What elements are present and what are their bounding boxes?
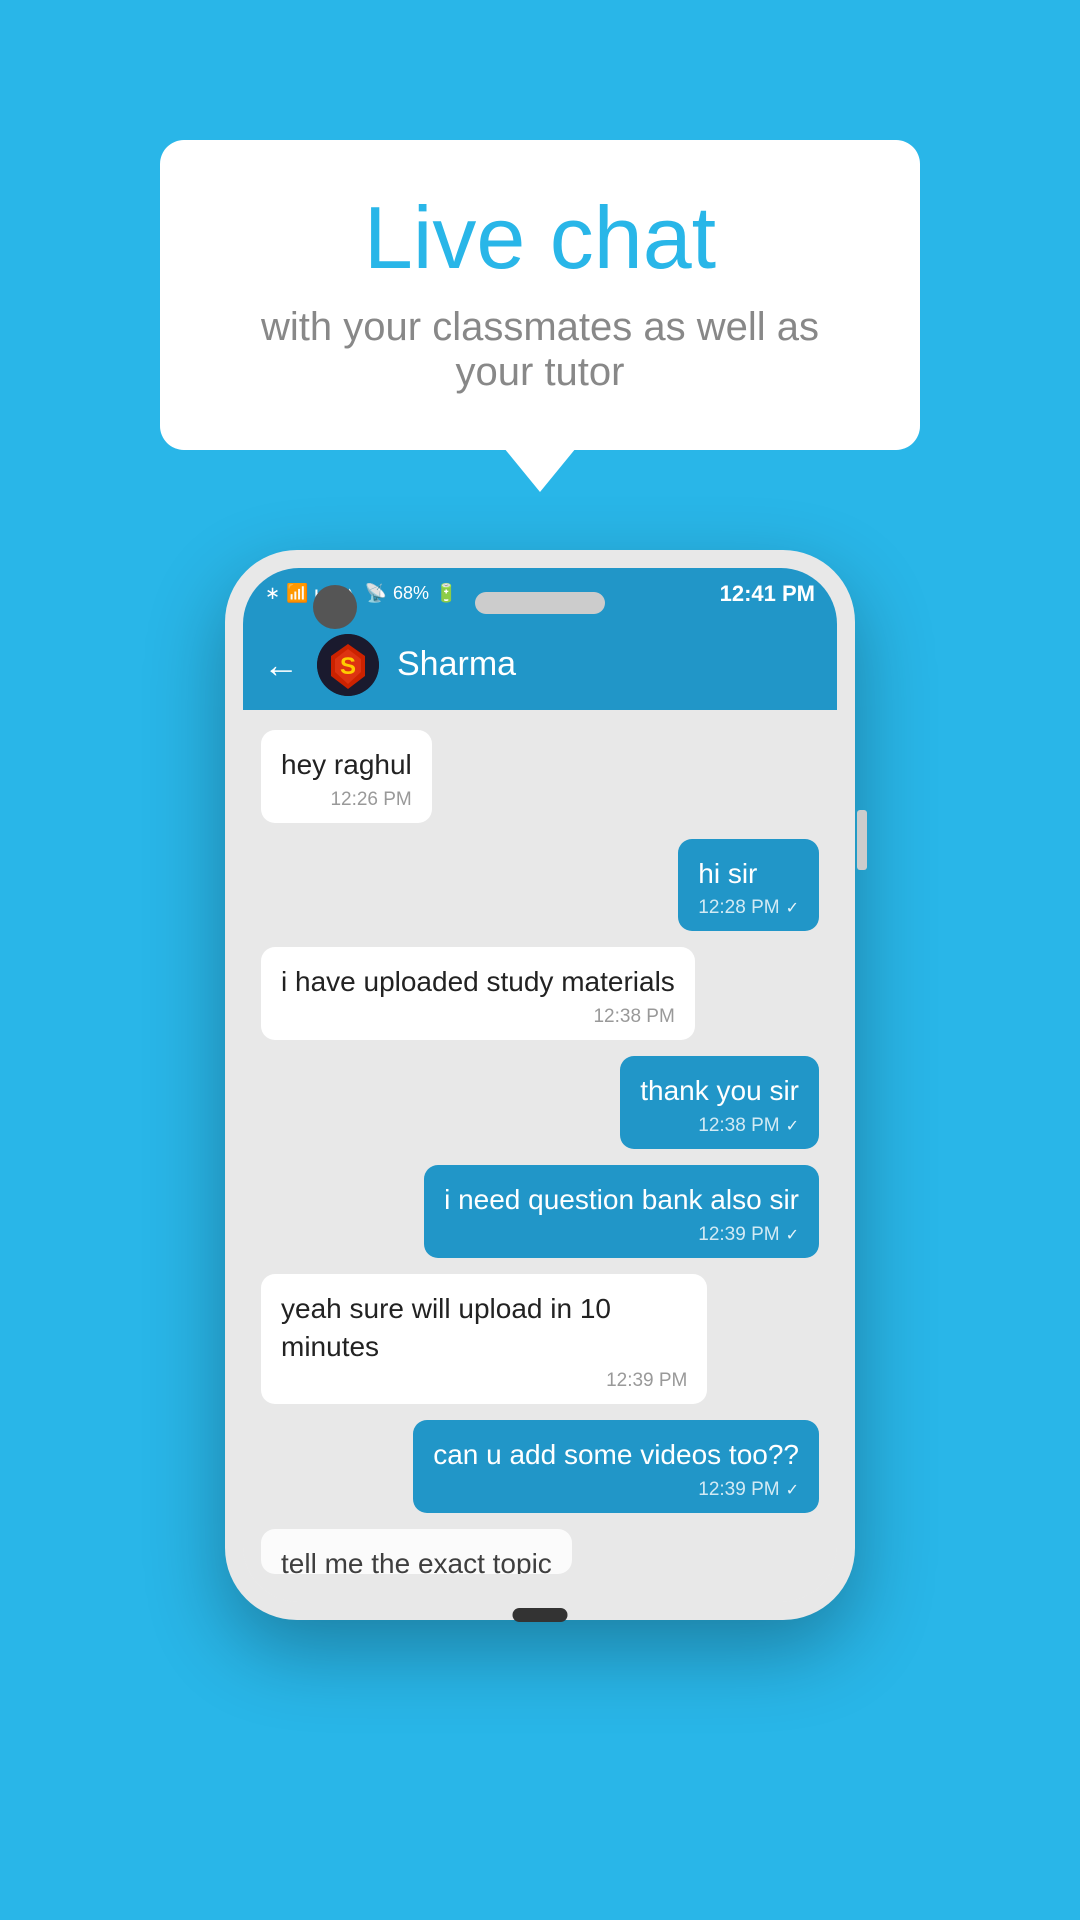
network-icon: 📡	[365, 583, 387, 604]
message-time: 12:39 PM	[606, 1370, 687, 1392]
message-bubble: yeah sure will upload in 10 minutes 12:39…	[261, 1274, 707, 1405]
bubble-title: Live chat	[230, 190, 850, 287]
bubble-subtitle: with your classmates as well as your tut…	[230, 305, 850, 395]
message-meta: 12:39 PM ✓	[444, 1224, 799, 1246]
message-time: 12:38 PM	[698, 1115, 779, 1137]
avatar: S	[317, 634, 379, 696]
message-bubble: i have uploaded study materials 12:38 PM	[261, 947, 695, 1040]
phone-screen: ∗ 📶 HD ▲ 📡 68% 🔋 12:41 PM ←	[243, 568, 837, 1602]
message-check-icon: ✓	[786, 1480, 799, 1500]
message-text: yeah sure will upload in 10 minutes	[281, 1290, 687, 1366]
phone-speaker	[475, 592, 605, 614]
message-meta: 12:38 PM	[281, 1006, 675, 1028]
message-meta: 12:26 PM	[281, 789, 412, 811]
message-check-icon: ✓	[786, 1116, 799, 1136]
message-bubble: i need question bank also sir 12:39 PM ✓	[424, 1165, 819, 1258]
message-meta: 12:28 PM ✓	[698, 897, 799, 919]
message-bubble: thank you sir 12:38 PM ✓	[620, 1056, 819, 1149]
message-time: 12:26 PM	[330, 789, 411, 811]
message-bubble: hey raghul 12:26 PM	[261, 730, 432, 823]
message-text: i need question bank also sir	[444, 1181, 799, 1219]
message-text: hi sir	[698, 855, 799, 893]
chat-header: ← S Sharma	[243, 620, 837, 710]
phone-outer: ∗ 📶 HD ▲ 📡 68% 🔋 12:41 PM ←	[225, 550, 855, 1620]
phone-mockup: ∗ 📶 HD ▲ 📡 68% 🔋 12:41 PM ←	[225, 550, 855, 1620]
back-button[interactable]: ←	[263, 644, 299, 686]
contact-name: Sharma	[397, 645, 516, 684]
chat-area[interactable]: hey raghul 12:26 PM hi sir 12:28 PM ✓ i have …	[243, 710, 837, 1602]
message-text: hey raghul	[281, 746, 412, 784]
message-text: can u add some videos too??	[433, 1436, 799, 1474]
phone-camera	[313, 585, 357, 629]
phone-home-button	[513, 1608, 568, 1622]
message-meta: 12:39 PM ✓	[433, 1479, 799, 1501]
svg-text:S: S	[340, 653, 356, 680]
message-time: 12:38 PM	[593, 1006, 674, 1028]
message-time: 12:39 PM	[698, 1224, 779, 1246]
status-time: 12:41 PM	[720, 581, 815, 607]
message-text: i have uploaded study materials	[281, 963, 675, 1001]
message-time: 12:39 PM	[698, 1479, 779, 1501]
message-bubble: hi sir 12:28 PM ✓	[678, 839, 819, 932]
message-meta: 12:38 PM ✓	[640, 1115, 799, 1137]
bluetooth-icon: ∗	[265, 583, 280, 604]
message-meta: 12:39 PM	[281, 1370, 687, 1392]
message-bubble: can u add some videos too?? 12:39 PM ✓	[413, 1420, 819, 1513]
message-text: tell me the exact topic	[281, 1545, 552, 1574]
phone-side-button	[857, 810, 867, 870]
battery-icon: 🔋	[435, 583, 457, 604]
message-text: thank you sir	[640, 1072, 799, 1110]
status-icons: ∗ 📶 HD ▲ 📡 68% 🔋	[265, 583, 457, 604]
message-check-icon: ✓	[786, 1225, 799, 1245]
message-check-icon: ✓	[786, 898, 799, 918]
message-time: 12:28 PM	[698, 897, 779, 919]
signal-icon: 📶	[286, 583, 308, 604]
speech-bubble: Live chat with your classmates as well a…	[160, 140, 920, 450]
message-bubble: tell me the exact topic	[261, 1529, 572, 1574]
battery-percent: 68%	[393, 583, 429, 604]
